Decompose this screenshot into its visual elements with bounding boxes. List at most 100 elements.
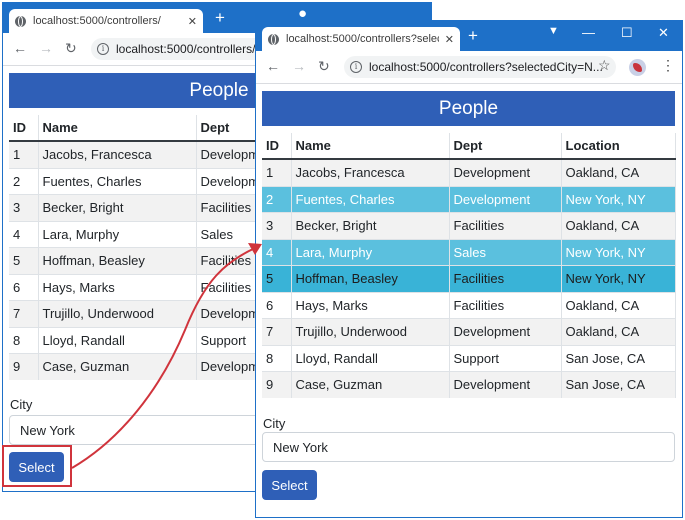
table-cell: 2 [262,185,292,213]
table-row: 6 Hays, Marks Facilities Oakland, CA [262,291,676,319]
profile-dropdown-icon[interactable]: ▼ [548,25,559,37]
close-window-icon[interactable]: ✕ [658,25,669,41]
column-header: Name [38,115,197,142]
table-cell: San Jose, CA [561,371,676,398]
table-cell: Hoffman, Beasley [291,265,450,292]
table-cell: Becker, Bright [38,194,197,221]
table-cell: Lara, Murphy [291,238,450,266]
table-row: 5 Hoffman, Beasley Facilities New York, NY [262,265,676,292]
tab-title: localhost:5000/controllers/ [33,15,161,27]
table-cell: Development [449,371,562,398]
table-cell: Development [449,158,562,186]
table-cell: San Jose, CA [561,344,676,372]
browser-tab[interactable]: localhost:5000/controllers?selectedCity=… [262,27,460,51]
table-cell: Oakland, CA [561,318,676,345]
table-cell: Sales [449,238,562,266]
table-cell: 8 [9,326,39,354]
table-cell: Hoffman, Beasley [38,247,197,274]
select-button-highlight [2,445,72,487]
table-cell: 3 [262,212,292,239]
forward-arrow-icon[interactable]: → [39,40,53,56]
page-content: People ID Name Dept Location 1 Jacobs, Franc… [256,84,682,517]
table-cell: Lloyd, Randall [291,344,450,372]
table-cell: 2 [9,167,39,195]
city-label: City [10,397,33,412]
table-cell: Hays, Marks [38,273,197,301]
table-cell: Facilities [449,212,562,239]
back-arrow-icon[interactable]: ← [13,40,27,56]
page-title: People [262,91,675,126]
table-cell: 6 [262,291,292,319]
table-cell: 7 [9,300,39,327]
table-cell: 1 [262,158,292,186]
plus-icon[interactable]: + [215,8,225,28]
table-row: 1 Jacobs, Francesca Development Oakland, CA [262,158,676,186]
table-cell: 3 [9,194,39,221]
table-cell: 5 [9,247,39,274]
kebab-menu-icon[interactable]: ⋮ [661,57,675,74]
table-cell: Trujillo, Underwood [38,300,197,327]
table-row: 8 Lloyd, Randall Support San Jose, CA [262,344,676,372]
table-cell: New York, NY [561,238,676,266]
toolbar: ← → ↻ i localhost:5000/controllers?selec… [256,51,682,84]
table-cell: 1 [9,140,39,168]
table-cell: Facilities [449,291,562,319]
people-table: ID Name Dept Location 1 Jacobs, Francesca Dev… [262,133,676,398]
table-cell: Case, Guzman [291,371,450,398]
table-cell: Jacobs, Francesca [38,140,197,168]
info-icon[interactable]: i [97,43,109,55]
column-header: ID [262,133,292,160]
table-cell: Oakland, CA [561,212,676,239]
globe-icon [15,15,26,27]
plus-icon[interactable]: + [468,26,478,46]
table-cell: 4 [9,220,39,248]
table-row: 7 Trujillo, Underwood Development Oakland, … [262,318,676,345]
table-cell: New York, NY [561,265,676,292]
back-arrow-icon[interactable]: ← [266,58,280,74]
star-icon[interactable]: ☆ [598,57,611,74]
table-cell: Hays, Marks [291,291,450,319]
close-icon[interactable]: ✕ [445,33,454,46]
table-row: 9 Case, Guzman Development San Jose, CA [262,371,676,398]
table-cell: Lara, Murphy [38,220,197,248]
close-icon[interactable]: ✕ [188,15,197,28]
table-cell: Lloyd, Randall [38,326,197,354]
table-cell: Becker, Bright [291,212,450,239]
address-bar[interactable]: i localhost:5000/controllers?selectedCit… [344,56,616,78]
column-header: Dept [449,133,562,160]
table-cell: 5 [262,265,292,292]
column-header: Name [291,133,450,160]
forward-arrow-icon[interactable]: → [292,58,306,74]
table-cell: 9 [262,371,292,398]
table-cell: 9 [9,353,39,380]
table-cell: 7 [262,318,292,345]
select-button[interactable]: Select [262,470,317,500]
tab-title: localhost:5000/controllers?selectedCity=… [286,33,439,45]
reload-icon[interactable]: ↻ [318,58,330,75]
table-cell: Trujillo, Underwood [291,318,450,345]
reload-icon[interactable]: ↻ [65,40,77,57]
table-cell: 8 [262,344,292,372]
table-cell: 6 [9,273,39,301]
table-row: 4 Lara, Murphy Sales New York, NY [262,238,676,266]
browser-tab[interactable]: localhost:5000/controllers/ ✕ [9,9,203,33]
table-row: 2 Fuentes, Charles Development New York, NY [262,185,676,213]
table-row: 3 Becker, Bright Facilities Oakland, CA [262,212,676,239]
extension-icon[interactable] [629,59,646,76]
table-cell: Facilities [449,265,562,292]
minimize-icon[interactable]: — [582,25,595,40]
maximize-icon[interactable]: ☐ [621,25,633,41]
table-header: ID Name Dept Location [262,133,676,160]
info-icon[interactable]: i [350,61,362,73]
city-input[interactable]: New York [262,432,675,462]
city-label: City [263,416,286,431]
table-cell: Development [449,185,562,213]
table-cell: 4 [262,238,292,266]
table-cell: Case, Guzman [38,353,197,380]
table-cell: Development [449,318,562,345]
url-text: localhost:5000/controllers?selectedCity=… [369,60,603,74]
column-header: Location [561,133,676,160]
url-text: localhost:5000/controllers/ [116,42,256,56]
table-cell: Fuentes, Charles [38,167,197,195]
table-cell: Jacobs, Francesca [291,158,450,186]
